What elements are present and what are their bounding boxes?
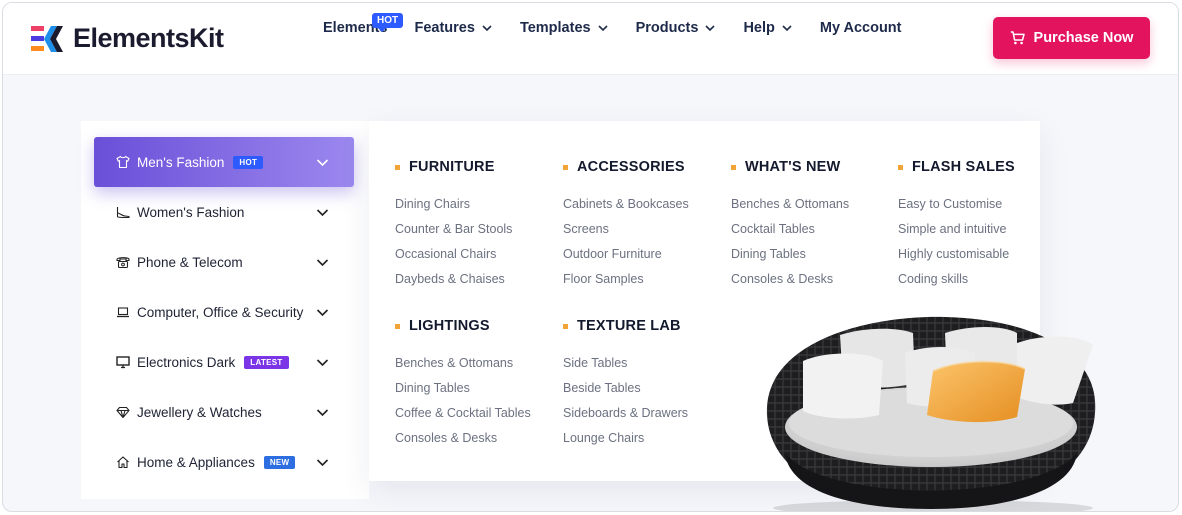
chevron-down-icon [316, 359, 329, 367]
latest-badge: LATEST [244, 355, 289, 369]
menu-link[interactable]: Cabinets & Bookcases [563, 192, 689, 217]
column-title: FURNITURE [395, 157, 512, 177]
nav-products[interactable]: Products [636, 17, 717, 39]
nav-label: My Account [819, 20, 902, 36]
nav-label: Templates [519, 20, 591, 36]
sidebar-item-home-appliances[interactable]: Home & Appliances NEW [94, 437, 354, 487]
nav-elements[interactable]: Elements HOT [323, 13, 404, 39]
sidebar-item-womens-fashion[interactable]: Women's Fashion [94, 187, 354, 237]
column-title: TEXTURE LAB [563, 316, 688, 336]
hot-badge: HOT [372, 13, 404, 32]
menu-link[interactable]: Cocktail Tables [731, 217, 849, 242]
nav-templates[interactable]: Templates [520, 17, 609, 39]
column-title: LIGHTINGS [395, 316, 531, 336]
main-nav: Elements HOT Features Templates Products… [323, 13, 929, 39]
new-badge: NEW [263, 455, 296, 469]
elementskit-logo-icon [31, 24, 65, 54]
menu-column-flash-sales: FLASH SALES Easy to Customise Simple and… [898, 157, 1015, 292]
menu-link[interactable]: Outdoor Furniture [563, 242, 689, 267]
sidebar-item-label: Home & Appliances [137, 454, 255, 470]
menu-link[interactable]: Dining Chairs [395, 192, 512, 217]
chevron-down-icon [316, 159, 329, 167]
nav-features[interactable]: Features [414, 17, 492, 39]
menu-link[interactable]: Consoles & Desks [731, 267, 849, 292]
menu-link[interactable]: Simple and intuitive [898, 217, 1015, 242]
chevron-down-icon [782, 25, 792, 32]
menu-link[interactable]: Screens [563, 217, 689, 242]
sidebar-item-phone-telecom[interactable]: Phone & Telecom [94, 237, 354, 287]
laptop-icon [116, 305, 130, 319]
menu-link[interactable]: Coding skills [898, 267, 1015, 292]
menu-column-whats-new: WHAT'S NEW Benches & Ottomans Cocktail T… [731, 157, 849, 292]
menu-column-accessories: ACCESSORIES Cabinets & Bookcases Screens… [563, 157, 689, 292]
menu-column-lightings: LIGHTINGS Benches & Ottomans Dining Tabl… [395, 316, 531, 451]
chevron-down-icon [316, 409, 329, 417]
purchase-now-label: Purchase Now [1033, 30, 1134, 46]
nav-help[interactable]: Help [743, 17, 792, 39]
sidebar-item-label: Jewellery & Watches [137, 404, 262, 420]
menu-link[interactable]: Dining Tables [731, 242, 849, 267]
brand-logo[interactable]: ElementsKit [31, 23, 224, 54]
menu-link[interactable]: Lounge Chairs [563, 426, 688, 451]
round-daybed-image [766, 316, 1096, 511]
menu-link[interactable]: Sideboards & Drawers [563, 401, 688, 426]
tshirt-icon [116, 155, 130, 169]
home-icon [116, 455, 130, 469]
chevron-down-icon [705, 25, 716, 32]
menu-link[interactable]: Side Tables [563, 351, 688, 376]
cart-icon [1010, 31, 1025, 45]
chevron-down-icon [598, 25, 608, 32]
nav-label: Products [635, 20, 699, 36]
nav-label: Features [414, 20, 475, 36]
sidebar-item-label: Phone & Telecom [137, 254, 243, 270]
menu-link[interactable]: Benches & Ottomans [395, 351, 531, 376]
heel-shoe-icon [116, 205, 130, 219]
menu-link[interactable]: Floor Samples [563, 267, 689, 292]
nav-label: Help [743, 20, 775, 36]
menu-link[interactable]: Consoles & Desks [395, 426, 531, 451]
chevron-down-icon [316, 209, 329, 217]
sidebar-item-label: Electronics Dark [137, 354, 236, 370]
menu-link[interactable]: Occasional Chairs [395, 242, 512, 267]
menu-link[interactable]: Coffee & Cocktail Tables [395, 401, 531, 426]
category-sidebar: Men's Fashion HOT Women's Fashion Phone … [81, 121, 369, 499]
sidebar-item-label: Women's Fashion [137, 204, 245, 220]
sidebar-item-mens-fashion[interactable]: Men's Fashion HOT [94, 137, 354, 187]
sidebar-item-jewellery-watches[interactable]: Jewellery & Watches [94, 387, 354, 437]
menu-link[interactable]: Counter & Bar Stools [395, 217, 512, 242]
hot-badge: HOT [233, 155, 264, 169]
menu-column-furniture: FURNITURE Dining Chairs Counter & Bar St… [395, 157, 512, 292]
menu-column-texture-lab: TEXTURE LAB Side Tables Beside Tables Si… [563, 316, 688, 451]
diamond-icon [116, 405, 130, 419]
sidebar-item-label: Computer, Office & Security [137, 304, 304, 320]
menu-link[interactable]: Beside Tables [563, 376, 688, 401]
sidebar-item-computer-office-security[interactable]: Computer, Office & Security [94, 287, 354, 337]
column-title: FLASH SALES [898, 157, 1015, 177]
column-title: ACCESSORIES [563, 157, 689, 177]
chevron-down-icon [316, 259, 329, 267]
column-title: WHAT'S NEW [731, 157, 849, 177]
chevron-down-icon [316, 459, 329, 467]
menu-link[interactable]: Dining Tables [395, 376, 531, 401]
chevron-down-icon [316, 309, 329, 317]
sidebar-item-label: Men's Fashion [137, 154, 225, 170]
telephone-icon [116, 255, 130, 269]
menu-link[interactable]: Highly customisable [898, 242, 1015, 267]
purchase-now-button[interactable]: Purchase Now [993, 17, 1150, 59]
brand-name: ElementsKit [73, 23, 224, 53]
nav-my-account[interactable]: My Account [820, 17, 902, 39]
browser-frame: ElementsKit Elements HOT Features Templa… [2, 2, 1179, 512]
menu-link[interactable]: Daybeds & Chaises [395, 267, 512, 292]
menu-link[interactable]: Benches & Ottomans [731, 192, 849, 217]
menu-link[interactable]: Easy to Customise [898, 192, 1015, 217]
chevron-down-icon [482, 25, 492, 32]
monitor-icon [116, 355, 130, 369]
site-header: ElementsKit Elements HOT Features Templa… [3, 3, 1178, 75]
sidebar-item-electronics-dark[interactable]: Electronics Dark LATEST [94, 337, 354, 387]
